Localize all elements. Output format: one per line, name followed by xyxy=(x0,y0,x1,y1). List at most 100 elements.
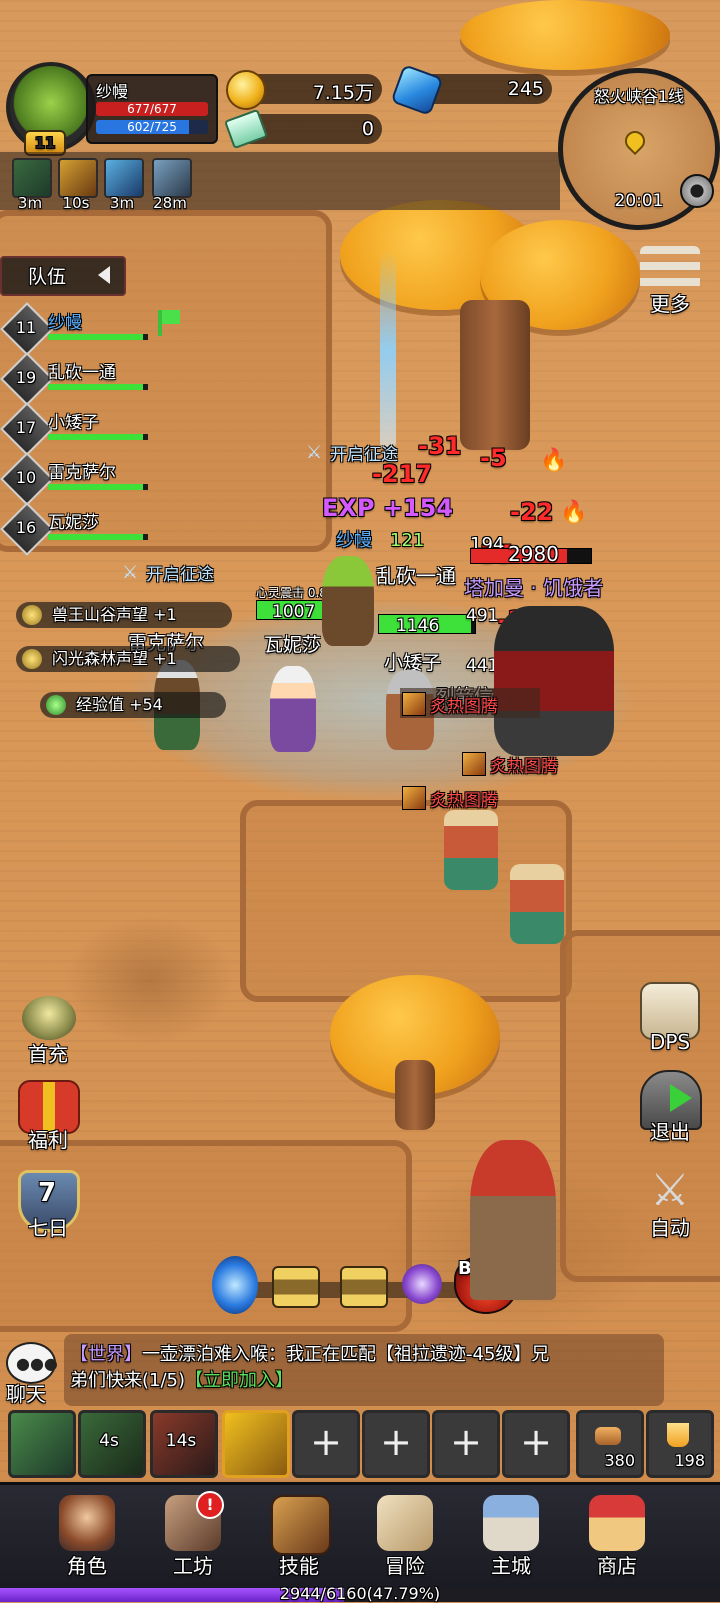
autumn-tree xyxy=(460,0,670,70)
chat-line[interactable]: 弟们快来(1/5)【立即加入】 xyxy=(70,1366,293,1392)
character-portrait-icon xyxy=(59,1495,115,1551)
reputation-notice: 兽王山谷声望 +1 xyxy=(16,602,232,628)
totem-name: 炙热图腾 xyxy=(430,697,498,717)
bread-icon xyxy=(595,1427,621,1445)
treasure-chest-icon[interactable] xyxy=(272,1266,320,1308)
empty-skill-slot[interactable]: + xyxy=(362,1410,430,1478)
gold-amount: 7.15万 xyxy=(312,82,374,104)
unit-name: 瓦妮莎 xyxy=(264,634,322,656)
nav-character[interactable]: 角色 xyxy=(32,1485,142,1585)
member-hp-bar xyxy=(48,484,148,490)
member-hp-bar xyxy=(48,384,148,390)
nav-main-city[interactable]: 主城 xyxy=(456,1485,566,1585)
member-name: 乱砍一通 xyxy=(48,363,116,383)
nav-shop[interactable]: 商店 xyxy=(562,1485,672,1585)
lightning-beam xyxy=(380,250,396,450)
buff-timer: 28m xyxy=(153,194,187,212)
item-count: 380 xyxy=(604,1451,635,1470)
nav-skills[interactable]: 技能 xyxy=(244,1485,354,1585)
chat-channel: 【世界】 xyxy=(70,1344,142,1365)
skill-slot-quake[interactable] xyxy=(222,1410,290,1478)
leaf-icon[interactable] xyxy=(12,158,52,198)
damage-number: -31 xyxy=(418,432,462,460)
totem-name: 炙热图腾 xyxy=(430,791,498,811)
roar-icon[interactable] xyxy=(58,158,98,198)
crossed-swords-icon[interactable]: ⚔ xyxy=(642,1166,698,1216)
chat-line[interactable]: 【世界】一壶漂泊难入喉：我正在匹配【祖拉遗迹-45级】兄 xyxy=(70,1340,549,1366)
player-hp-text: 677/677 xyxy=(127,102,177,116)
nav-label: 主城 xyxy=(491,1554,531,1578)
reputation-icon xyxy=(22,605,42,625)
skill-slot-strike[interactable]: 4s xyxy=(78,1410,146,1478)
team-member[interactable]: 17 小矮子 xyxy=(0,402,148,456)
reputation-notice: 闪光森林声望 +1 xyxy=(16,646,240,672)
boss-sprite xyxy=(494,606,614,756)
skull-icon[interactable] xyxy=(402,1264,442,1304)
enemy-hp-text: 2980 xyxy=(508,542,559,566)
crossed-swords-icon: ⚔ xyxy=(306,442,323,463)
member-hp-bar xyxy=(48,434,148,440)
seven-day-label[interactable]: 七日 xyxy=(8,1212,88,1241)
player-hp-bar: 677/677 xyxy=(96,102,208,116)
crossed-swords-icon: ⚔ xyxy=(122,562,139,583)
heal-number: 121 xyxy=(390,530,425,551)
empty-skill-slot[interactable]: + xyxy=(502,1410,570,1478)
notice-text: 兽王山谷声望 +1 xyxy=(52,605,177,624)
drink-icon xyxy=(667,1423,689,1447)
notice-text: 闪光森林声望 +1 xyxy=(52,649,177,668)
treasure-chest-icon[interactable] xyxy=(340,1266,388,1308)
minimap-zone-name: 怒火峡谷1线 xyxy=(593,87,685,106)
player-mp-bar: 602/725 xyxy=(96,120,208,134)
exit-button-label[interactable]: 退出 xyxy=(630,1116,710,1145)
tree-trunk xyxy=(460,300,530,450)
more-button-label[interactable]: 更多 xyxy=(630,288,710,317)
nav-label: 技能 xyxy=(279,1554,319,1578)
drink-item-slot[interactable]: 198 xyxy=(646,1410,714,1478)
rune-icon[interactable] xyxy=(152,158,192,198)
team-member[interactable]: 11 纱幔 xyxy=(0,302,180,356)
shield-icon[interactable] xyxy=(104,158,144,198)
chat-dots: ●●● xyxy=(16,1354,58,1373)
gear-icon[interactable] xyxy=(680,174,714,208)
dps-button-label[interactable]: DPS xyxy=(630,1030,710,1054)
first-charge-icon[interactable] xyxy=(22,996,76,1040)
member-name: 小矮子 xyxy=(48,413,99,433)
unit-name: 乱砍一通 xyxy=(376,564,456,588)
auto-button-label[interactable]: 自动 xyxy=(630,1212,710,1241)
chat-join-link[interactable]: 【立即加入】 xyxy=(185,1370,293,1391)
member-level: 10 xyxy=(15,468,37,487)
skill-slot-blade[interactable]: 14s xyxy=(150,1410,218,1478)
enemy-name: 塔加曼 · 饥饿者 xyxy=(464,576,604,600)
nav-label: 冒险 xyxy=(385,1554,425,1578)
more-menu-icon[interactable] xyxy=(640,246,700,290)
nav-adventure[interactable]: 冒险 xyxy=(350,1485,460,1585)
gold-coin-icon xyxy=(226,70,266,110)
exp-float: EXP +154 xyxy=(322,494,454,522)
collapse-arrow-icon[interactable] xyxy=(98,266,110,284)
member-level: 11 xyxy=(15,318,37,337)
buff-timer: 3m xyxy=(17,194,43,212)
team-member[interactable]: 19 乱砍一通 xyxy=(0,352,148,406)
nav-workshop[interactable]: ! 工坊 xyxy=(138,1485,248,1585)
portal-icon[interactable] xyxy=(212,1256,258,1314)
spellbook-icon xyxy=(271,1495,331,1555)
first-charge-label[interactable]: 首充 xyxy=(8,1038,88,1067)
nav-label: 角色 xyxy=(67,1554,107,1578)
empty-skill-slot[interactable]: + xyxy=(292,1410,360,1478)
skill-slot-whirlwind[interactable] xyxy=(8,1410,76,1478)
team-header[interactable]: 队伍 xyxy=(0,256,126,296)
welfare-label[interactable]: 福利 xyxy=(8,1124,88,1153)
fire-icon: 🔥 xyxy=(560,500,588,525)
team-member[interactable]: 16 瓦妮莎 xyxy=(0,502,148,556)
bread-item-slot[interactable]: 380 xyxy=(576,1410,644,1478)
player-info-panel: 纱幔 677/677 602/725 xyxy=(86,74,218,144)
nav-label: 工坊 xyxy=(173,1554,213,1578)
fire-icon: 🔥 xyxy=(540,448,568,473)
team-member[interactable]: 10 雷克萨尔 xyxy=(0,452,148,506)
seven-day-number: 7 xyxy=(38,1178,57,1208)
chat-button-label[interactable]: 聊天 xyxy=(6,1378,46,1407)
gem-amount: 245 xyxy=(507,78,544,100)
empty-skill-slot[interactable]: + xyxy=(432,1410,500,1478)
exp-notice: 经验值 +54 xyxy=(40,692,226,718)
damage-number: -217 xyxy=(372,460,433,488)
